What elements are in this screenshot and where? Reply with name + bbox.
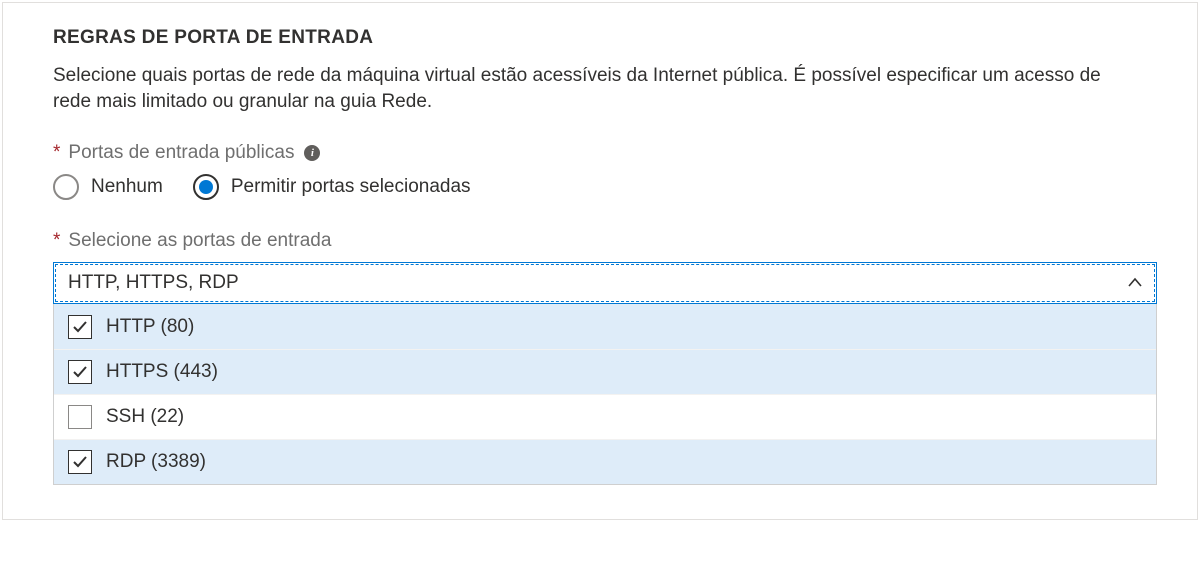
radio-option-none[interactable]: Nenhum <box>53 174 163 200</box>
dropdown-option-ssh[interactable]: SSH (22) <box>54 394 1156 439</box>
select-ports-dropdown: HTTP, HTTPS, RDP HTTP (80) HTTPS (443) <box>53 262 1157 485</box>
option-label: SSH (22) <box>106 406 184 428</box>
select-ports-label-row: * Selecione as portas de entrada <box>53 230 1157 252</box>
select-ports-label: Selecione as portas de entrada <box>68 230 331 252</box>
radio-label-none: Nenhum <box>91 176 163 198</box>
option-label: HTTP (80) <box>106 316 194 338</box>
public-ports-label-row: * Portas de entrada públicas i <box>53 142 1157 164</box>
dropdown-option-rdp[interactable]: RDP (3389) <box>54 439 1156 484</box>
section-description: Selecione quais portas de rede da máquin… <box>53 63 1103 114</box>
checkbox-icon <box>68 450 92 474</box>
dropdown-selected-value: HTTP, HTTPS, RDP <box>68 272 239 294</box>
dropdown-list: HTTP (80) HTTPS (443) SSH (22) RDP (3389… <box>53 304 1157 485</box>
inbound-port-rules-panel: REGRAS DE PORTA DE ENTRADA Selecione qua… <box>2 2 1198 520</box>
option-label: RDP (3389) <box>106 451 206 473</box>
public-ports-radio-group: Nenhum Permitir portas selecionadas <box>53 174 1157 200</box>
chevron-up-icon <box>1128 276 1142 290</box>
section-title: REGRAS DE PORTA DE ENTRADA <box>53 27 1157 49</box>
checkbox-icon <box>68 360 92 384</box>
radio-icon <box>193 174 219 200</box>
info-icon[interactable]: i <box>304 145 320 161</box>
public-ports-label: Portas de entrada públicas <box>68 142 294 164</box>
dropdown-option-http[interactable]: HTTP (80) <box>54 304 1156 349</box>
required-asterisk: * <box>53 142 60 164</box>
checkbox-icon <box>68 405 92 429</box>
radio-label-allow: Permitir portas selecionadas <box>231 176 471 198</box>
required-asterisk: * <box>53 230 60 252</box>
option-label: HTTPS (443) <box>106 361 218 383</box>
checkbox-icon <box>68 315 92 339</box>
dropdown-option-https[interactable]: HTTPS (443) <box>54 349 1156 394</box>
radio-icon <box>53 174 79 200</box>
radio-option-allow-selected[interactable]: Permitir portas selecionadas <box>193 174 471 200</box>
dropdown-header[interactable]: HTTP, HTTPS, RDP <box>53 262 1157 304</box>
radio-inner-dot <box>199 180 213 194</box>
